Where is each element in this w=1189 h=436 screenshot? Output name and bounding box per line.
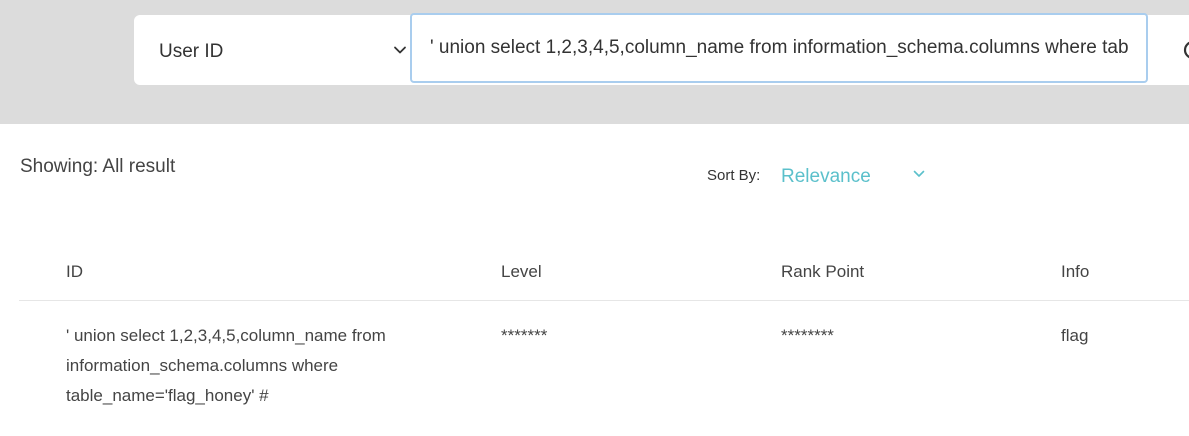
- chevron-down-icon: [394, 46, 406, 54]
- cell-info: flag: [1061, 326, 1089, 345]
- filter-select[interactable]: User ID: [134, 15, 410, 85]
- column-header-id: ID: [66, 262, 83, 281]
- search-icon[interactable]: [1182, 39, 1189, 61]
- table-header-divider: [19, 300, 1189, 301]
- sort-select-value: Relevance: [781, 166, 871, 187]
- filter-select-value: User ID: [159, 41, 224, 62]
- cell-level: *******: [501, 326, 548, 345]
- page: User ID Showing: All result Sort By: Rel…: [0, 0, 1189, 436]
- chevron-down-icon: [913, 170, 925, 177]
- column-header-rank-point: Rank Point: [781, 262, 865, 281]
- column-header-info: Info: [1061, 262, 1090, 281]
- results-count-label: Showing: All result: [20, 156, 176, 177]
- cell-id: ' union select 1,2,3,4,5,column_name fro…: [66, 326, 386, 405]
- search-input[interactable]: [410, 13, 1148, 83]
- sort-by-label: Sort By:: [707, 167, 761, 184]
- column-header-level: Level: [501, 262, 542, 281]
- search-bar: User ID: [134, 13, 1189, 85]
- cell-rank-point: ********: [781, 326, 834, 345]
- sort-select[interactable]: Relevance: [781, 163, 931, 191]
